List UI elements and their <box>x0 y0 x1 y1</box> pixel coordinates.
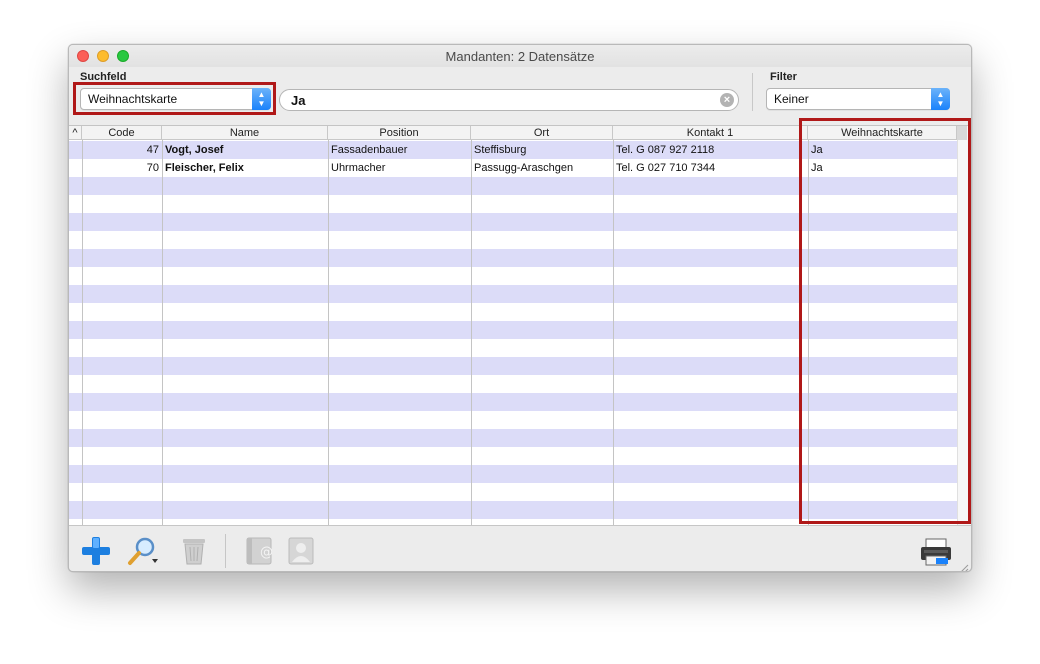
column-header-ort[interactable]: Ort <box>471 126 613 140</box>
cell-weihnachtskarte: Ja <box>811 162 823 174</box>
column-divider <box>808 126 809 525</box>
table-header: ^ Code Name Position Ort Kontakt 1 Weihn… <box>69 126 971 140</box>
cell-name: Fleischer, Felix <box>165 162 244 174</box>
empty-row <box>69 393 959 411</box>
cell-kontakt: Tel. G 027 710 7344 <box>616 162 716 174</box>
table-row[interactable]: 47 Vogt, Josef Fassadenbauer Steffisburg… <box>69 141 959 159</box>
cell-name: Vogt, Josef <box>165 144 224 156</box>
main-window: Mandanten: 2 Datensätze Suchfeld Weihnac… <box>68 44 972 572</box>
bottom-toolbar: @ <box>69 525 971 571</box>
table-body: 47 Vogt, Josef Fassadenbauer Steffisburg… <box>69 141 959 525</box>
table-row[interactable]: 70 Fleischer, Felix Uhrmacher Passugg-Ar… <box>69 159 959 177</box>
search-field-label: Suchfeld <box>80 71 127 83</box>
empty-row <box>69 339 959 357</box>
empty-row <box>69 213 959 231</box>
search-query-value: Ja <box>291 93 306 108</box>
empty-row <box>69 465 959 483</box>
column-divider <box>471 126 472 525</box>
column-divider <box>82 126 83 525</box>
contact-card-icon[interactable] <box>286 536 316 571</box>
column-divider <box>162 126 163 525</box>
empty-row <box>69 267 959 285</box>
column-divider <box>613 126 614 525</box>
printer-icon[interactable] <box>919 538 953 571</box>
address-book-icon[interactable]: @ <box>244 536 274 571</box>
column-header-kontakt[interactable]: Kontakt 1 <box>613 126 808 140</box>
resize-grip-icon[interactable] <box>959 561 969 571</box>
empty-row <box>69 447 959 465</box>
cell-ort: Steffisburg <box>474 144 527 156</box>
column-header-position[interactable]: Position <box>328 126 471 140</box>
filter-select[interactable]: Keiner ▲ ▼ <box>766 88 950 110</box>
cell-position: Uhrmacher <box>331 162 386 174</box>
chevron-updown-icon: ▲ ▼ <box>252 88 271 110</box>
column-header-weihnachtskarte[interactable]: Weihnachtskarte <box>808 126 957 140</box>
empty-row <box>69 375 959 393</box>
cell-code: 70 <box>146 162 159 174</box>
search-input[interactable]: Ja × <box>279 89 739 111</box>
empty-row <box>69 249 959 267</box>
window-title: Mandanten: 2 Datensätze <box>445 49 595 64</box>
empty-row <box>69 303 959 321</box>
empty-row <box>69 357 959 375</box>
empty-row <box>69 429 959 447</box>
header-divider <box>752 73 753 111</box>
empty-row <box>69 285 959 303</box>
sort-indicator[interactable]: ^ <box>69 126 82 140</box>
filter-label: Filter <box>770 71 797 83</box>
empty-row <box>69 483 959 501</box>
trash-icon[interactable] <box>181 536 207 571</box>
scrollbar-thumb[interactable] <box>957 126 967 140</box>
cell-code: 47 <box>146 144 159 156</box>
column-header-name[interactable]: Name <box>162 126 328 140</box>
svg-text:@: @ <box>260 545 273 560</box>
chevron-updown-icon: ▲ ▼ <box>931 88 950 110</box>
empty-row <box>69 195 959 213</box>
clear-search-icon[interactable]: × <box>720 93 734 107</box>
column-divider <box>328 126 329 525</box>
cell-kontakt: Tel. G 087 927 2118 <box>616 144 715 156</box>
search-magnifier-icon[interactable] <box>126 536 160 571</box>
toolbar-divider <box>225 534 226 568</box>
vertical-scrollbar[interactable] <box>957 126 971 525</box>
filter-value: Keiner <box>774 92 809 106</box>
records-table[interactable]: 47 Vogt, Josef Fassadenbauer Steffisburg… <box>69 125 971 525</box>
search-field-value: Weihnachtskarte <box>88 92 178 106</box>
cell-ort: Passugg-Araschgen <box>474 162 574 174</box>
search-field-select[interactable]: Weihnachtskarte ▲ ▼ <box>80 88 271 110</box>
cell-position: Fassadenbauer <box>331 144 408 156</box>
title-bar: Mandanten: 2 Datensätze <box>69 45 971 67</box>
empty-row <box>69 231 959 249</box>
empty-row <box>69 501 959 519</box>
empty-row <box>69 177 959 195</box>
cell-weihnachtskarte: Ja <box>811 144 823 156</box>
column-header-code[interactable]: Code <box>82 126 162 140</box>
empty-row <box>69 411 959 429</box>
empty-row <box>69 321 959 339</box>
add-icon[interactable] <box>81 536 111 571</box>
